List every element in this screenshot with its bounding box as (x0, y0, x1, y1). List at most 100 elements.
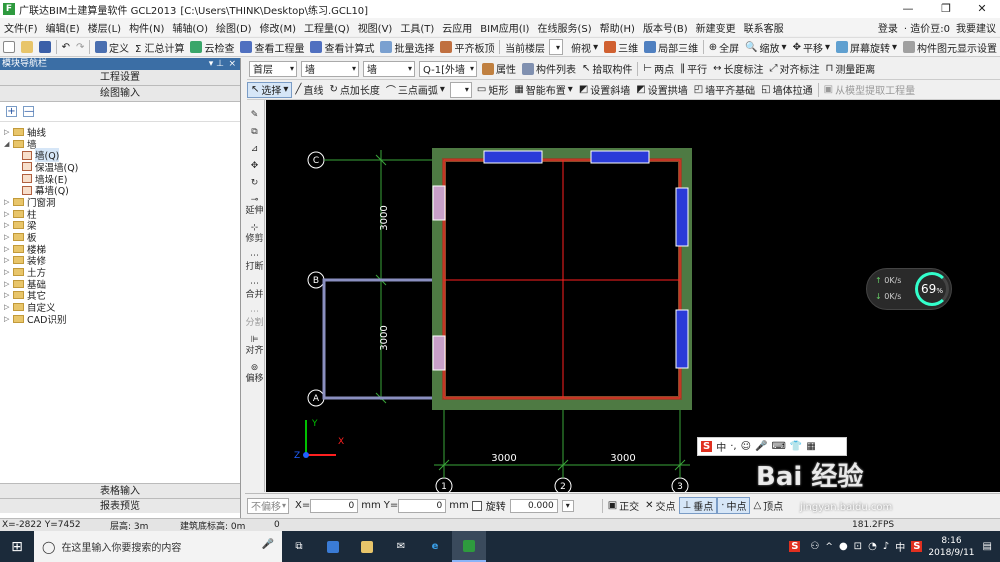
rotate-icon[interactable]: ↻ (245, 178, 264, 189)
trim-button[interactable]: ⊹ 修剪 (245, 223, 264, 245)
clock[interactable]: 8:16 2018/9/11 (928, 535, 974, 559)
break-button[interactable]: ⋯ 打断 (245, 251, 264, 273)
vertex-snap[interactable]: △ 顶点 (750, 498, 786, 513)
rotate-input[interactable]: 0.000 (509, 498, 558, 513)
tab-report-preview[interactable]: 报表预览 (0, 498, 240, 513)
notifications-icon[interactable]: ▤ (983, 541, 992, 552)
smart-layout-button[interactable]: ▦ 智能布置 ▾ (511, 82, 575, 97)
menu-modify[interactable]: 修改(M) (256, 20, 300, 35)
pan-button[interactable]: ✥ 平移 ▾ (790, 40, 833, 55)
explorer-button[interactable] (350, 531, 384, 562)
input-lang[interactable]: 中 (895, 539, 905, 554)
line-button[interactable]: ╱ 直线 (292, 82, 326, 97)
component-list-button[interactable]: 构件列表 (519, 61, 579, 76)
rectangle-button[interactable]: ▭ 矩形 (474, 82, 511, 97)
login-button[interactable]: 登录 (878, 20, 898, 35)
summary-calc-button[interactable]: Σ 汇总计算 (132, 40, 188, 55)
move-icon[interactable]: ✥ (245, 161, 264, 172)
menu-tools[interactable]: 工具(T) (396, 20, 438, 35)
screen-rotate-button[interactable]: 屏幕旋转 ▾ (833, 40, 900, 55)
type-select[interactable]: 墙 ▾ (301, 60, 359, 77)
skin-icon[interactable]: 👕 (790, 441, 802, 452)
x-input[interactable]: 0 (310, 498, 359, 513)
menu-online[interactable]: 在线服务(S) (533, 20, 595, 35)
menu-version[interactable]: 版本号(B) (639, 20, 692, 35)
pin-icon[interactable]: ▾ ⊥ (209, 58, 224, 70)
properties-button[interactable]: 属性 (479, 61, 519, 76)
rotate-dropdown[interactable]: ▾ (561, 499, 574, 512)
menu-quantity[interactable]: 工程量(Q) (300, 20, 354, 35)
panel-close-icon[interactable]: × (228, 58, 236, 70)
3d-button[interactable]: 三维 (601, 40, 641, 55)
select-button[interactable]: ↖ 选择 ▾ (247, 81, 293, 98)
tray-app-icon[interactable]: ● (839, 541, 848, 552)
gcl-app-button[interactable] (452, 531, 486, 562)
display-settings-button[interactable]: 构件图元显示设置 (900, 40, 1000, 55)
app-tile-button[interactable] (316, 531, 350, 562)
network-speed-widget[interactable]: ↑ 0K/s ↓ 0K/s 69% (866, 268, 952, 310)
tab-table-input[interactable]: 表格输入 (0, 483, 240, 498)
rotate-checkbox[interactable] (471, 500, 482, 511)
tray-expand-icon[interactable]: ^ (825, 542, 833, 552)
merge-button[interactable]: ⋯ 合并 (245, 279, 264, 301)
component-select[interactable]: Q-1[外墙 ▾ (419, 60, 477, 77)
measure-distance-button[interactable]: ⊓ 测量距离 (823, 61, 879, 76)
save-icon[interactable] (36, 41, 54, 53)
menu-cloud[interactable]: 云应用 (438, 20, 476, 35)
local-3d-button[interactable]: 局部三维 (641, 40, 701, 55)
network-tray-icon[interactable]: ⊡ (854, 541, 862, 552)
menu-edit[interactable]: 编辑(E) (42, 20, 84, 35)
view-formula-button[interactable]: 查看计算式 (307, 40, 377, 55)
close-button[interactable]: ✕ (964, 0, 1000, 18)
midpoint-snap[interactable]: ⋅ 中点 (717, 497, 751, 514)
task-view-button[interactable]: ⧉ (282, 531, 316, 562)
expand-all-button[interactable]: + (6, 106, 17, 117)
offset-select[interactable]: 不偏移 ▾ (247, 497, 289, 514)
sogou-lang-icon[interactable]: S (911, 541, 923, 552)
keyboard-icon[interactable]: ⌨ (771, 441, 785, 452)
sogou-tray-icon[interactable]: S (789, 541, 801, 552)
ime-toolbar[interactable]: S 中 ·, ☺ 🎤 ⌨ 👕 ▦ (697, 437, 847, 456)
extract-from-model-button[interactable]: ▣ 从模型提取工程量 (821, 82, 918, 97)
three-point-arc-button[interactable]: ⌒ 三点画弧 ▾ (383, 82, 448, 97)
current-floor-select[interactable]: 当前楼层 ▾ (502, 39, 568, 55)
subtype-select[interactable]: 墙 ▾ (363, 60, 415, 77)
suggest-button[interactable]: 我要建议 (956, 20, 996, 35)
people-icon[interactable]: ⚇ (810, 541, 819, 552)
two-point-button[interactable]: ⊢ 两点 (640, 61, 677, 76)
view-quantity-button[interactable]: 查看工程量 (237, 40, 307, 55)
cloud-check-button[interactable]: 云检查 (187, 40, 237, 55)
extend-button[interactable]: ⊸ 延伸 (245, 195, 264, 217)
emoji-icon[interactable]: ☺ (741, 441, 751, 452)
tab-project-settings[interactable]: 工程设置 (0, 70, 240, 86)
define-button[interactable]: 定义 (92, 40, 132, 55)
arch-wall-button[interactable]: ◩ 设置拱墙 (633, 82, 690, 97)
volume-icon[interactable]: ♪ (883, 541, 889, 552)
zoom-button[interactable]: 🔍 缩放 ▾ (742, 40, 789, 55)
menu-new-change[interactable]: 新建变更 (692, 20, 740, 35)
minimize-button[interactable]: — (890, 0, 926, 18)
top-view-button[interactable]: 俯视 ▾ (568, 40, 601, 55)
start-button[interactable]: ⊞ (0, 531, 34, 562)
intersection-snap[interactable]: ✕ 交点 (642, 498, 678, 513)
offset-button[interactable]: ⊚ 偏移 (245, 363, 264, 385)
length-dim-button[interactable]: ↔ 长度标注 (710, 61, 766, 76)
slant-wall-button[interactable]: ◩ 设置斜墙 (576, 82, 633, 97)
ortho-snap[interactable]: ▣ 正交 (605, 498, 642, 513)
wall-align-foundation-button[interactable]: ◰ 墙平齐基础 (691, 82, 758, 97)
batch-select-button[interactable]: 批量选择 (377, 40, 437, 55)
menu-component[interactable]: 构件(N) (125, 20, 168, 35)
menu-floor[interactable]: 楼层(L) (84, 20, 125, 35)
wall-extend-button[interactable]: ◱ 墙体拉通 (758, 82, 815, 97)
align-dim-button[interactable]: ⤢ 对齐标注 (767, 61, 823, 76)
redo-icon[interactable]: ↷ (73, 42, 87, 53)
perpendicular-snap[interactable]: ⊥ 垂点 (678, 497, 718, 514)
fullscreen-button[interactable]: ⊕ 全屏 (706, 40, 742, 55)
wifi-icon[interactable]: ◔ (868, 541, 877, 552)
tab-drawing-input[interactable]: 绘图输入 (0, 86, 240, 102)
menu-help[interactable]: 帮助(H) (596, 20, 639, 35)
collapse-all-button[interactable]: — (23, 106, 34, 117)
copy-icon[interactable]: ⧉ (245, 127, 264, 138)
parallel-button[interactable]: ‖ 平行 (677, 61, 710, 76)
split-button[interactable]: ⋯ 分割 (245, 307, 264, 329)
